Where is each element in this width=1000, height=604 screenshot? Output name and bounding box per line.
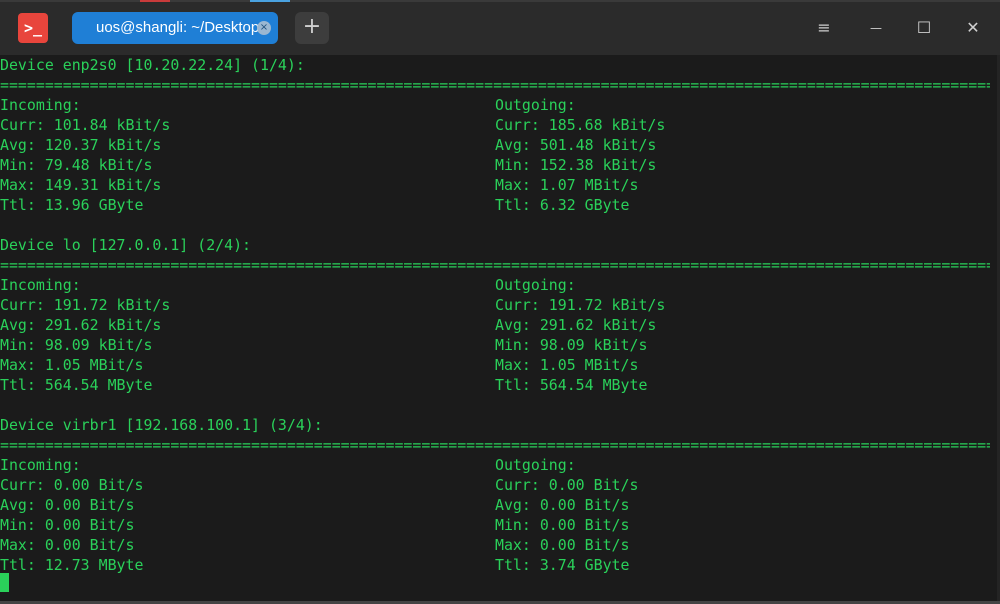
outgoing-avg: Avg: 0.00 Bit/s: [495, 496, 630, 514]
incoming-curr: Curr: 101.84 kBit/s: [0, 116, 171, 134]
outgoing-curr: Curr: 185.68 kBit/s: [495, 116, 666, 134]
terminal-output[interactable]: Device enp2s0 [10.20.22.24] (1/4): =====…: [0, 55, 1000, 604]
outgoing-curr: Curr: 191.72 kBit/s: [495, 296, 666, 314]
separator-line: ========================================…: [0, 256, 990, 274]
incoming-label: Incoming:: [0, 456, 81, 474]
device-header: Device virbr1 [192.168.100.1] (3/4):: [0, 416, 323, 434]
outgoing-min: Min: 0.00 Bit/s: [495, 516, 630, 534]
terminal-window: >_ uos@shangli: ~/Desktop × + ≡ — ☐ ✕ De…: [0, 0, 1000, 604]
minimize-button[interactable]: —: [862, 14, 890, 42]
tab-desktop[interactable]: uos@shangli: ~/Desktop ×: [72, 12, 278, 44]
incoming-max: Max: 0.00 Bit/s: [0, 536, 135, 554]
incoming-curr: Curr: 191.72 kBit/s: [0, 296, 171, 314]
incoming-avg: Avg: 0.00 Bit/s: [0, 496, 135, 514]
outgoing-min: Min: 152.38 kBit/s: [495, 156, 657, 174]
separator-line: ========================================…: [0, 436, 990, 454]
incoming-ttl: Ttl: 12.73 MByte: [0, 556, 144, 574]
outgoing-label: Outgoing:: [495, 456, 576, 474]
terminal-cursor: [0, 573, 9, 592]
outgoing-avg: Avg: 501.48 kBit/s: [495, 136, 657, 154]
outgoing-max: Max: 1.07 MBit/s: [495, 176, 639, 194]
outgoing-ttl: Ttl: 564.54 MByte: [495, 376, 648, 394]
incoming-avg: Avg: 120.37 kBit/s: [0, 136, 162, 154]
separator-line: ========================================…: [0, 76, 990, 94]
outgoing-label: Outgoing:: [495, 276, 576, 294]
outgoing-avg: Avg: 291.62 kBit/s: [495, 316, 657, 334]
outgoing-ttl: Ttl: 6.32 GByte: [495, 196, 630, 214]
title-bar[interactable]: >_ uos@shangli: ~/Desktop × + ≡ — ☐ ✕: [0, 0, 1000, 55]
incoming-min: Min: 98.09 kBit/s: [0, 336, 153, 354]
outgoing-max: Max: 0.00 Bit/s: [495, 536, 630, 554]
terminal-app-icon[interactable]: >_: [18, 13, 48, 43]
tab-title: uos@shangli: ~/Desktop: [96, 19, 260, 36]
incoming-curr: Curr: 0.00 Bit/s: [0, 476, 144, 494]
incoming-label: Incoming:: [0, 276, 81, 294]
incoming-ttl: Ttl: 564.54 MByte: [0, 376, 153, 394]
incoming-ttl: Ttl: 13.96 GByte: [0, 196, 144, 214]
new-tab-button[interactable]: +: [295, 12, 329, 44]
incoming-max: Max: 1.05 MBit/s: [0, 356, 144, 374]
tab-close-icon[interactable]: ×: [257, 21, 271, 35]
outgoing-max: Max: 1.05 MBit/s: [495, 356, 639, 374]
outgoing-min: Min: 98.09 kBit/s: [495, 336, 648, 354]
incoming-label: Incoming:: [0, 96, 81, 114]
maximize-button[interactable]: ☐: [910, 14, 938, 42]
outgoing-label: Outgoing:: [495, 96, 576, 114]
menu-icon[interactable]: ≡: [810, 14, 838, 42]
incoming-min: Min: 0.00 Bit/s: [0, 516, 135, 534]
outgoing-curr: Curr: 0.00 Bit/s: [495, 476, 639, 494]
desktop-strip: [0, 0, 1000, 2]
device-header: Device lo [127.0.0.1] (2/4):: [0, 236, 252, 254]
incoming-avg: Avg: 291.62 kBit/s: [0, 316, 162, 334]
device-header: Device enp2s0 [10.20.22.24] (1/4):: [0, 56, 305, 74]
outgoing-ttl: Ttl: 3.74 GByte: [495, 556, 630, 574]
close-window-button[interactable]: ✕: [959, 14, 987, 42]
incoming-max: Max: 149.31 kBit/s: [0, 176, 162, 194]
incoming-min: Min: 79.48 kBit/s: [0, 156, 153, 174]
